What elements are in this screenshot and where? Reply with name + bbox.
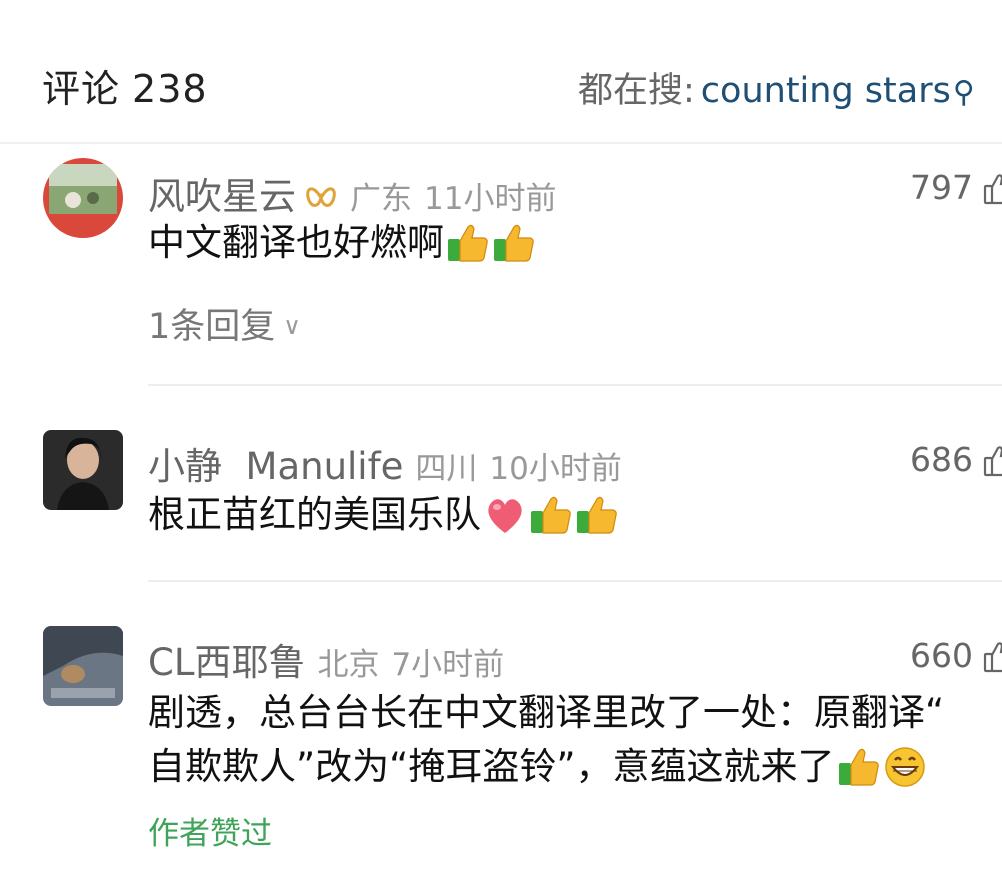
comments-title: 评论 <box>42 67 121 111</box>
location: 北京 <box>317 647 380 683</box>
username[interactable]: 小静 Manulife <box>148 445 403 488</box>
location: 四川 <box>415 451 478 487</box>
like-button[interactable]: 686 <box>910 440 1002 485</box>
reply-count-label: 1条回复 <box>148 307 276 347</box>
comment-body: 中文翻译也好燃啊 <box>148 221 444 264</box>
thumbs-up-emoji-icon <box>492 221 536 280</box>
username-row: CL西耶鲁 北京 7小时前 <box>148 632 504 686</box>
like-button[interactable]: 660 <box>910 636 1002 681</box>
thumbs-up-outline-icon[interactable] <box>983 641 1002 681</box>
avatar[interactable] <box>43 626 123 706</box>
comment-text: 根正苗红的美国乐队 <box>148 488 619 552</box>
thumbs-up-emoji-icon <box>837 745 881 804</box>
comments-header: 评论 238 都在搜: counting stars⚲ <box>0 0 1002 144</box>
avatar[interactable] <box>43 158 123 238</box>
username[interactable]: 风吹星云 <box>148 175 296 218</box>
like-count: 797 <box>910 168 973 207</box>
like-count: 660 <box>910 636 973 675</box>
thumbs-up-outline-icon[interactable] <box>983 173 1002 213</box>
like-count: 686 <box>910 440 973 479</box>
comment-count: 238 <box>132 67 208 111</box>
timestamp: 7小时前 <box>391 647 505 683</box>
thumbs-up-emoji-icon <box>575 493 619 552</box>
username-row: 风吹星云 广东 11小时前 <box>148 166 556 222</box>
hot-search-term[interactable]: counting stars <box>701 71 951 111</box>
location: 广东 <box>350 181 412 217</box>
grin-emoji-icon <box>883 745 927 804</box>
divider <box>148 580 1002 582</box>
search-icon[interactable]: ⚲ <box>953 75 975 110</box>
comment-body-line1: 剧透，总台台长在中文翻译里改了一处：原翻译“ <box>148 691 945 734</box>
hot-search-label: 都在搜: <box>578 71 695 111</box>
thumbs-up-emoji-icon <box>529 493 573 552</box>
divider <box>148 384 1002 386</box>
page-title: 评论 238 <box>42 58 208 113</box>
comment-text: 中文翻译也好燃啊 <box>148 216 536 280</box>
username-row: 小静 Manulife 四川 10小时前 <box>148 436 622 490</box>
timestamp: 11小时前 <box>424 181 557 217</box>
thumbs-up-emoji-icon <box>446 221 490 280</box>
author-liked-badge: 作者赞过 <box>148 816 272 852</box>
comment-body-line2-text: 自欺欺人”改为“掩耳盗铃”，意蕴这就来了 <box>148 745 835 788</box>
comment-body-line2: 自欺欺人”改为“掩耳盗铃”，意蕴这就来了 <box>148 740 944 804</box>
comment-body: 根正苗红的美国乐队 <box>148 493 481 536</box>
username[interactable]: CL西耶鲁 <box>148 641 305 684</box>
chevron-down-icon: ∨ <box>283 312 301 340</box>
avatar[interactable] <box>43 430 123 510</box>
view-replies-button[interactable]: 1条回复 ∨ <box>148 298 301 349</box>
hot-search-link[interactable]: 都在搜: counting stars⚲ <box>578 62 975 113</box>
timestamp: 10小时前 <box>489 451 622 487</box>
comment-text: 剧透，总台台长在中文翻译里改了一处：原翻译“ 自欺欺人”改为“掩耳盗铃”，意蕴这… <box>148 686 944 804</box>
heart-emoji-icon <box>483 493 527 552</box>
thumbs-up-outline-icon[interactable] <box>983 445 1002 485</box>
like-button[interactable]: 797 <box>910 168 1002 213</box>
